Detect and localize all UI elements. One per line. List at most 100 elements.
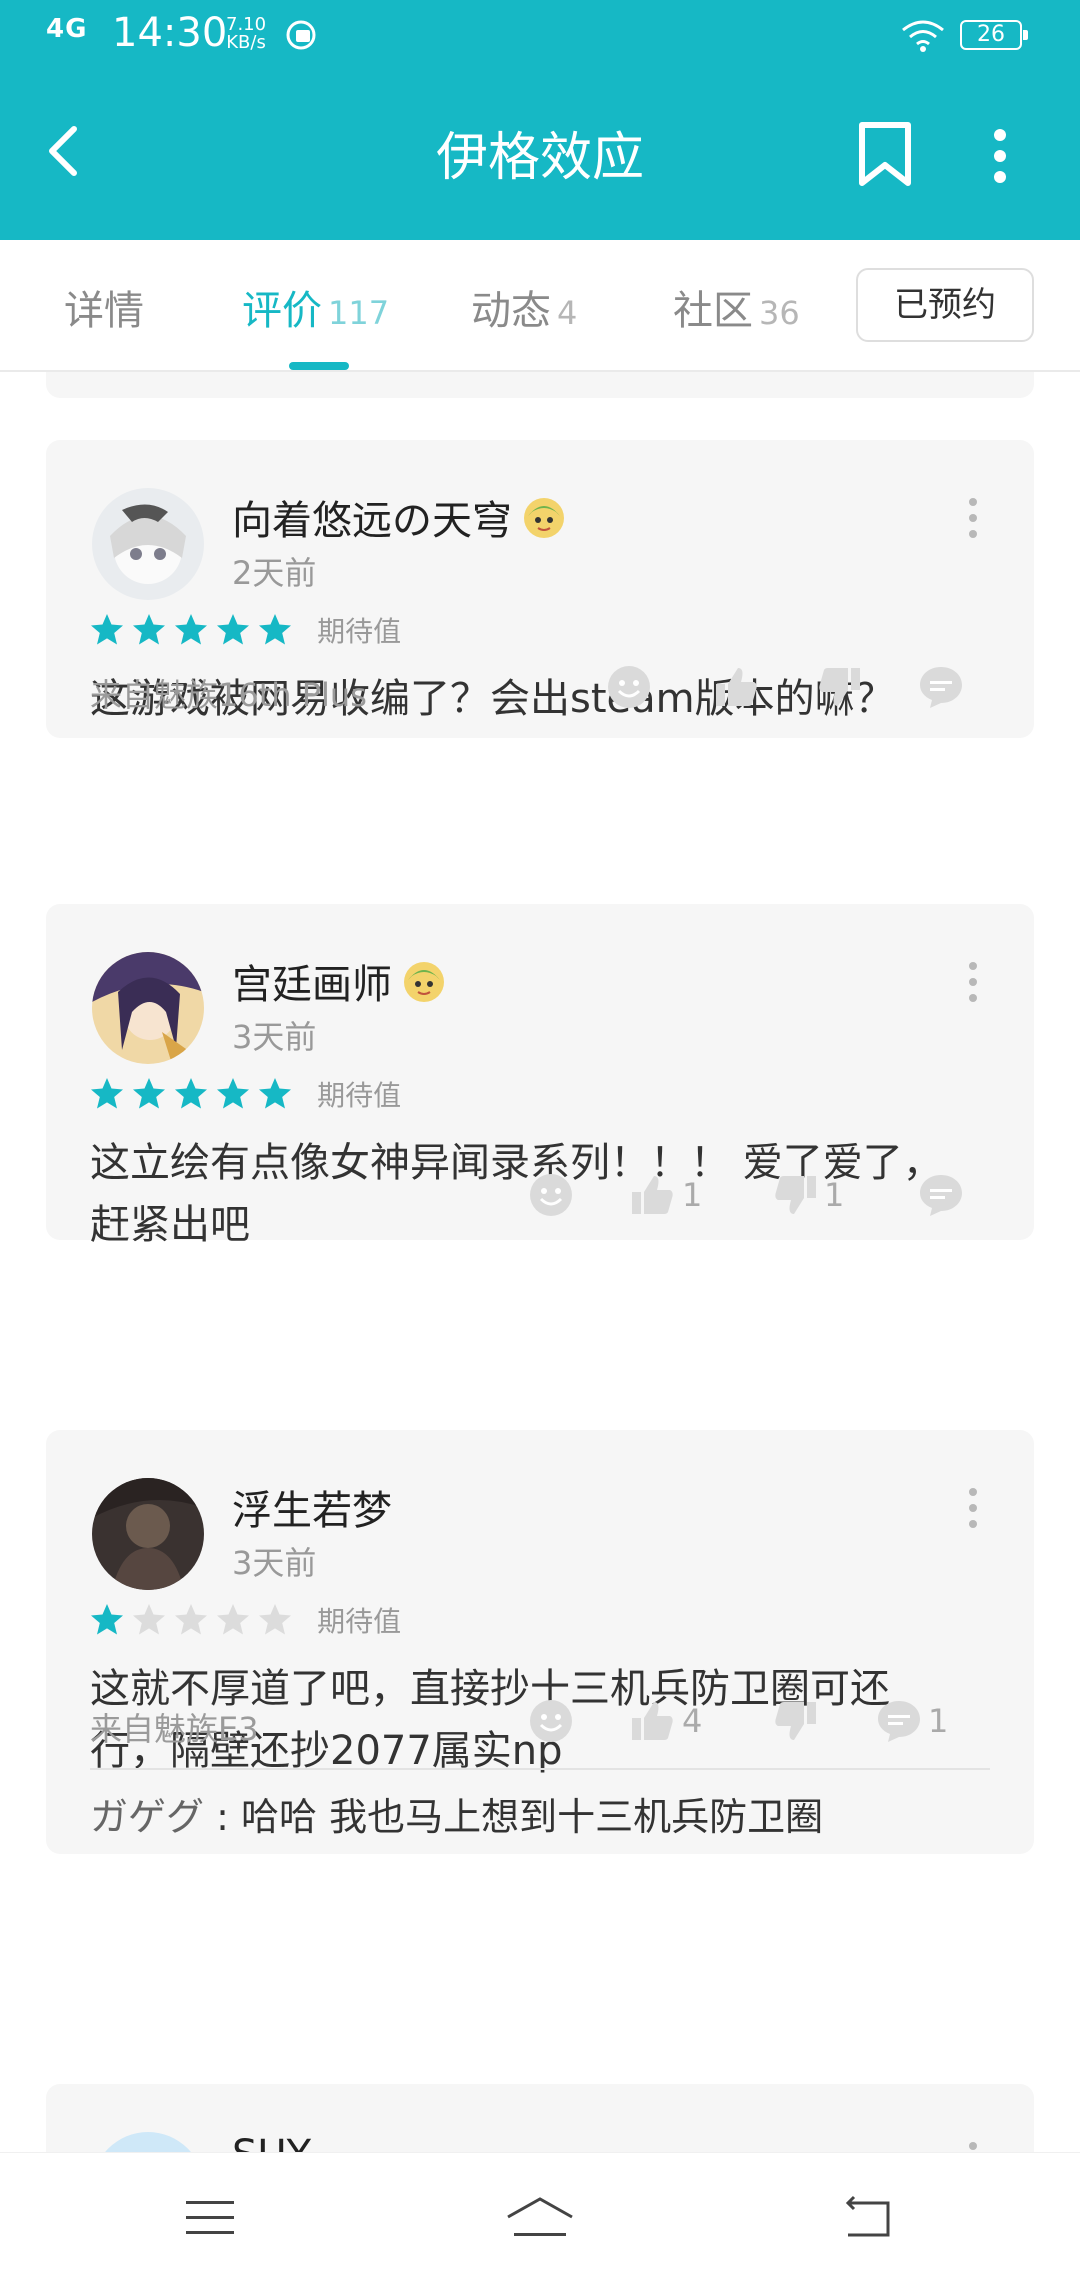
tab-community[interactable]: 社区 36 [673,278,800,336]
username[interactable]: 宫廷画师 [232,952,446,1010]
like-count: 1 [682,1176,703,1214]
tab-reviews[interactable]: 评价 117 [242,278,389,336]
review-time: 3天前 [232,1018,317,1056]
emoji-icon [530,1700,572,1742]
emoji-button[interactable] [528,1698,574,1746]
username-text: SUY [232,2132,311,2152]
user-badge-icon [404,962,444,1002]
dislike-count: 1 [824,1176,845,1214]
comment-button[interactable] [918,664,964,712]
review-more-icon[interactable] [966,962,980,1006]
avatar-image [92,952,204,1064]
emoji-button[interactable] [606,664,652,712]
star-empty-icon [217,1604,249,1635]
more-options-button[interactable] [982,127,1018,185]
username-text: 宫廷画师 [232,962,392,1008]
rating-stars: 期待值 [90,1074,401,1114]
emoji-button[interactable] [528,1172,574,1220]
tab-details[interactable]: 详情 [64,278,144,336]
review-more-icon[interactable] [966,498,980,542]
review-actions: 1 1 [46,1164,1034,1224]
rating-label: 期待值 [317,1079,402,1112]
dislike-button[interactable]: 1 [772,1172,844,1220]
avatar[interactable] [92,488,204,600]
tab-bar: 详情 评价 117 动态 4 社区 36 已预约 [0,240,1080,372]
tab-reviews-label: 评价 [242,288,322,334]
thumbs-down-icon [775,1702,816,1740]
star-filled-icon [175,1078,207,1109]
avatar[interactable] [92,952,204,1064]
rating-stars: 期待值 [90,610,401,650]
star-filled-icon [91,1604,123,1635]
tab-community-count: 36 [759,294,800,332]
battery-indicator: 26 [960,20,1028,50]
reply-text: 哈哈 我也马上想到十三机兵防卫圈 [240,1795,824,1839]
comment-icon [920,1175,962,1216]
emoji-icon [608,666,650,708]
app-header: 4G 14:30 7.10 KB/s 26 伊格效应 [0,0,1080,240]
active-tab-indicator [289,362,349,370]
review-time: 3天前 [232,1544,317,1582]
rating-label: 期待值 [317,1605,402,1638]
thumbs-down-icon [775,1176,816,1214]
reply-item[interactable]: ガゲグ : 哈哈 我也马上想到十三机兵防卫圈 [90,1786,823,1841]
reply-divider [90,1768,990,1770]
review-actions: 来自魅族E3 4 1 [46,1690,1034,1750]
username[interactable]: 向着悠远の天穹 [232,488,566,546]
like-button[interactable] [714,664,760,712]
thumbs-down-icon [819,668,860,706]
thumbs-up-icon [632,1702,673,1740]
username[interactable]: 浮生若梦 [232,1478,392,1536]
avatar-image [92,488,204,600]
data-saver-icon [286,20,316,50]
comment-icon [878,1701,920,1742]
like-count: 4 [682,1702,703,1740]
rating-stars: 期待值 [90,1600,401,1640]
dislike-button[interactable] [772,1698,818,1746]
status-bar: 4G 14:30 7.10 KB/s 26 [0,0,1080,75]
star-filled-icon [91,1078,123,1109]
tab-updates[interactable]: 动态 4 [471,278,577,336]
reply-separator: : [204,1795,241,1839]
comment-icon [920,667,962,708]
signal-indicator: 4G [46,14,88,44]
status-time: 14:30 [112,10,228,56]
device-label: 来自魅族E3 [90,1710,259,1748]
like-button[interactable]: 4 [630,1698,702,1746]
home-icon[interactable] [504,2193,576,2243]
network-speed-unit: KB/s [226,32,266,53]
network-speed: 7.10 KB/s [226,16,266,52]
tab-updates-label: 动态 [471,288,551,334]
username[interactable]: SUY [232,2132,311,2152]
review-more-icon[interactable] [966,1488,980,1532]
avatar[interactable] [92,2132,204,2152]
reply-username[interactable]: ガゲグ [90,1795,204,1839]
star-filled-icon [259,1078,291,1109]
avatar[interactable] [92,1478,204,1590]
avatar-image [92,1478,204,1590]
menu-icon[interactable] [182,2193,238,2243]
user-badge-icon [524,498,564,538]
reserved-button[interactable]: 已预约 [856,268,1034,342]
device-label: 来自魅族16th Plus [90,676,367,714]
bookmark-button[interactable] [856,121,914,187]
star-filled-icon [217,614,249,645]
tab-reviews-count: 117 [328,294,390,332]
comment-button[interactable] [918,1172,964,1220]
like-button[interactable]: 1 [630,1172,702,1220]
comment-button[interactable]: 1 [876,1698,948,1746]
star-filled-icon [133,1078,165,1109]
star-filled-icon [259,614,291,645]
username-text: 向着悠远の天穹 [232,498,512,544]
dislike-button[interactable] [816,664,862,712]
review-list[interactable]: 向着悠远の天穹 2天前 期待值 这游戏被网易收编了？会出steam版本的嘛？ 来… [0,372,1080,2152]
review-card: 浮生若梦 3天前 期待值 这就不厚道了吧，直接抄十三机兵防卫圈可还 行，隔壁还抄… [46,1430,1034,1854]
back-nav-icon[interactable] [840,2193,896,2243]
thumbs-up-icon [632,1176,673,1214]
system-nav-bar [0,2152,1080,2281]
star-filled-icon [133,614,165,645]
review-card: 宫廷画师 3天前 期待值 这立绘有点像女神异闻录系列！！！ 爱了爱了， 赶紧出吧… [46,904,1034,1248]
review-more-icon[interactable] [966,2142,980,2152]
emoji-icon [530,1174,572,1216]
username-text: 浮生若梦 [232,1488,392,1534]
